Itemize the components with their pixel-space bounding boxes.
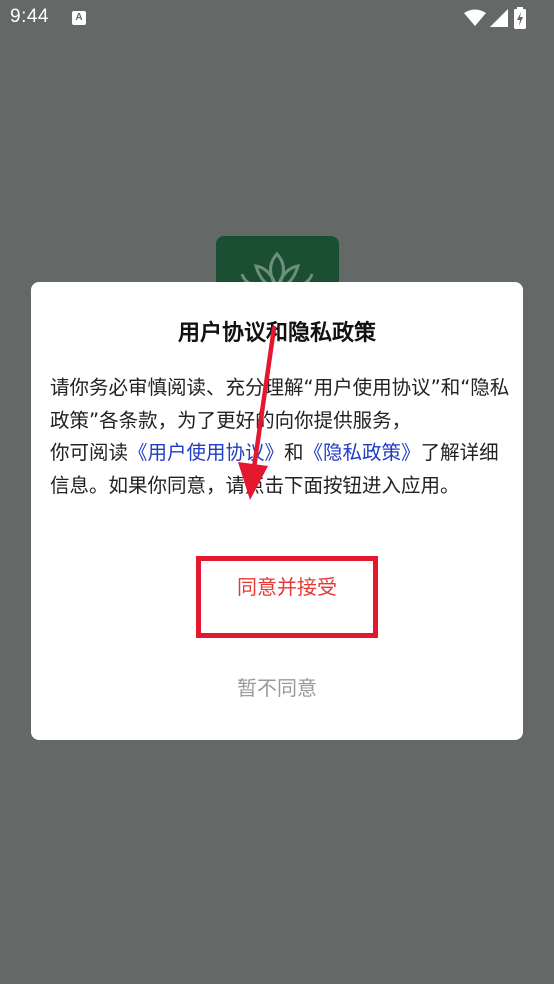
body-prefix-text: 你可阅读: [50, 441, 129, 464]
wifi-icon: [464, 9, 486, 26]
system-icons: [464, 6, 544, 32]
consent-dialog: 用户协议和隐私政策 请你务必审慎阅读、充分理解“用户使用协议”和“隐私政策”各条…: [31, 282, 523, 740]
dialog-title: 用户协议和隐私政策: [177, 321, 376, 346]
signal-icon: [490, 9, 508, 27]
status-time: 9:44: [10, 6, 49, 27]
battery-icon: [514, 7, 526, 29]
user-agreement-link[interactable]: 《用户使用协议》: [128, 441, 284, 464]
body-intro-text: 请你务必审慎阅读、充分理解“用户使用协议”和“隐私政策”各条款，为了更好的向你提…: [50, 376, 510, 432]
dialog-body: 请你务必审慎阅读、充分理解“用户使用协议”和“隐私政策”各条款，为了更好的向你提…: [50, 372, 510, 502]
status-bar: 9:44 A: [0, 0, 554, 38]
a-notification-icon: A: [72, 11, 86, 25]
privacy-policy-link[interactable]: 《隐私政策》: [304, 441, 421, 464]
decline-button[interactable]: 暂不同意: [196, 668, 358, 704]
accept-button[interactable]: 同意并接受: [196, 554, 378, 616]
and-text: 和: [284, 441, 304, 464]
